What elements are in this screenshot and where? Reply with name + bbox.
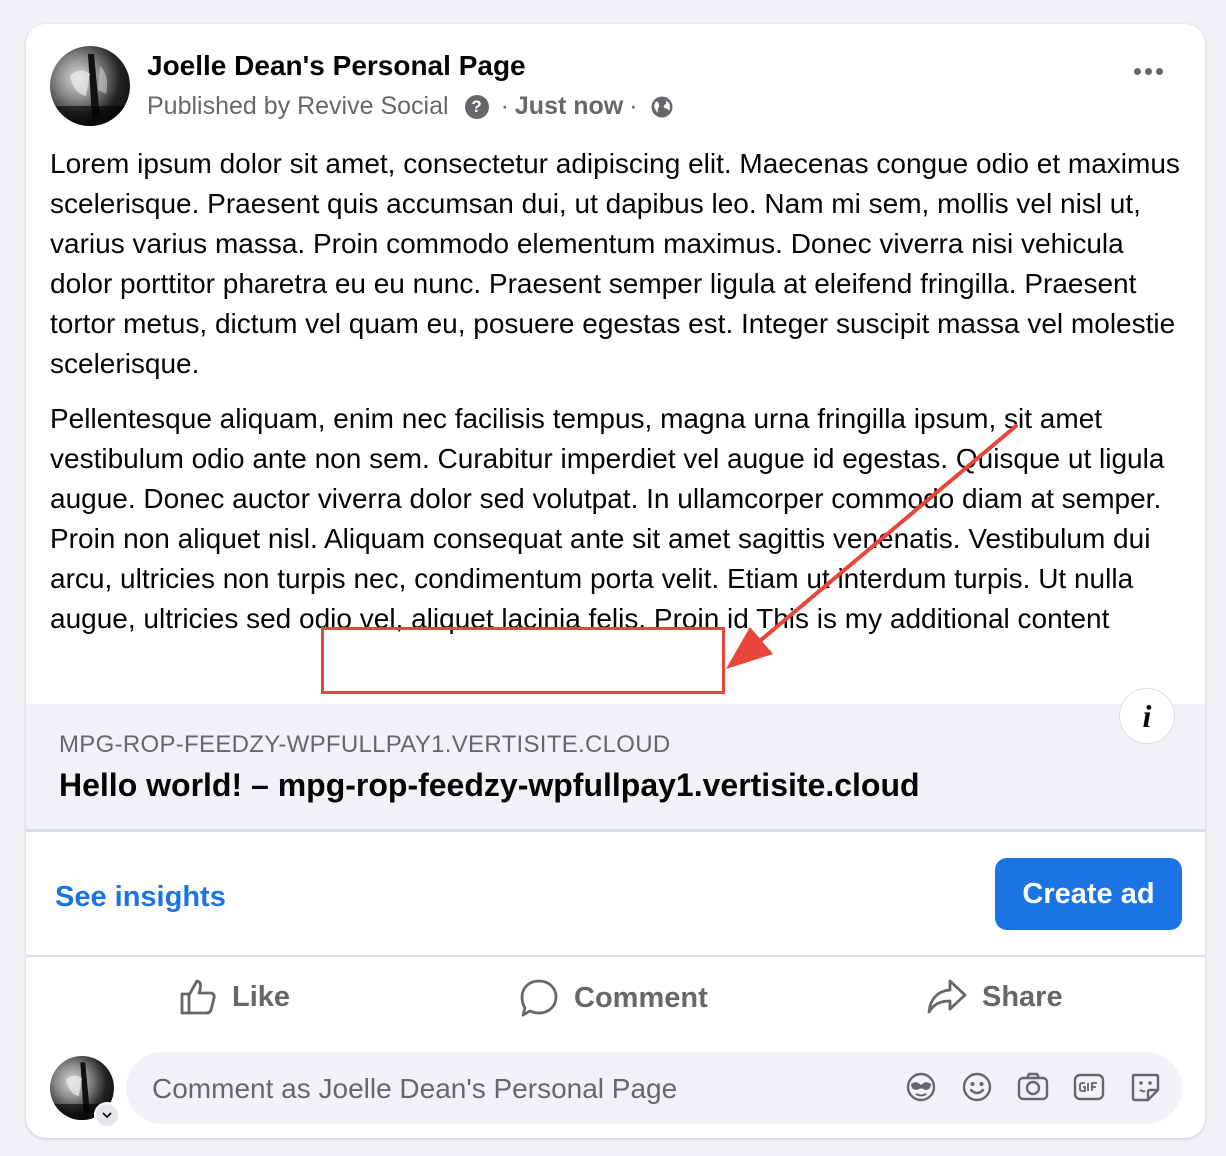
comment-tools: [904, 1070, 1162, 1104]
separator: ·: [500, 92, 509, 120]
link-preview[interactable]: MPG-ROP-FEEDZY-WPFULLPAY1.VERTISITE.CLOU…: [26, 704, 1205, 832]
gif-icon[interactable]: [1072, 1070, 1106, 1104]
info-button[interactable]: i: [1119, 688, 1175, 744]
avatar-sticker-icon[interactable]: [904, 1070, 938, 1104]
post-paragraph-1: Lorem ipsum dolor sit amet, consectetur …: [50, 148, 1180, 379]
dot-icon: [1145, 68, 1152, 75]
comment-button[interactable]: Comment: [518, 977, 708, 1019]
post-body: Lorem ipsum dolor sit amet, consectetur …: [50, 144, 1185, 654]
share-label: Share: [982, 980, 1063, 1013]
page-name[interactable]: Joelle Dean's Personal Page: [147, 50, 526, 82]
comment-box: [126, 1052, 1182, 1126]
speech-bubble-icon: [520, 979, 558, 1017]
like-button[interactable]: Like: [178, 977, 290, 1017]
page-avatar[interactable]: [50, 46, 130, 126]
post-time[interactable]: Just now: [515, 92, 623, 121]
like-label: Like: [232, 980, 291, 1013]
post-paragraph-2: Pellentesque aliquam, enim nec facilisis…: [50, 399, 1185, 639]
dot-icon: [1156, 68, 1163, 75]
post-actions: Like Comment Share: [26, 957, 1205, 1037]
globe-icon[interactable]: [650, 95, 674, 119]
sticker-icon[interactable]: [1128, 1070, 1162, 1104]
dot-icon: [1134, 68, 1141, 75]
comment-row: [26, 1044, 1205, 1134]
annotation-highlight-box: [321, 627, 725, 694]
link-domain: MPG-ROP-FEEDZY-WPFULLPAY1.VERTISITE.CLOU…: [59, 731, 671, 758]
link-title[interactable]: Hello world! – mpg-rop-feedzy-wpfullpay1…: [59, 767, 920, 804]
emoji-icon[interactable]: [960, 1070, 994, 1104]
separator: ·: [629, 92, 638, 120]
insights-row: See insights Create ad: [26, 832, 1205, 957]
additional-content: This is my additional content: [756, 603, 1110, 634]
share-button[interactable]: Share: [926, 977, 1063, 1017]
create-ad-button[interactable]: Create ad: [995, 858, 1182, 930]
help-icon[interactable]: ?: [464, 94, 489, 119]
share-arrow-icon: [927, 979, 967, 1014]
thumbs-up-icon: [180, 979, 216, 1015]
chevron-down-icon[interactable]: [94, 1102, 120, 1128]
comment-input[interactable]: [150, 1052, 854, 1126]
comment-label: Comment: [574, 981, 708, 1014]
published-by: Published by Revive Social: [147, 92, 449, 120]
post-paragraph-2-text: Pellentesque aliquam, enim nec facilisis…: [50, 403, 1165, 634]
see-insights-link[interactable]: See insights: [55, 881, 226, 914]
more-options-button[interactable]: [1134, 68, 1163, 75]
info-icon: i: [1142, 697, 1152, 734]
post-meta: Published by Revive Social ? · Just now …: [147, 92, 674, 121]
camera-icon[interactable]: [1016, 1070, 1050, 1104]
post-card: Joelle Dean's Personal Page Published by…: [26, 24, 1205, 1138]
